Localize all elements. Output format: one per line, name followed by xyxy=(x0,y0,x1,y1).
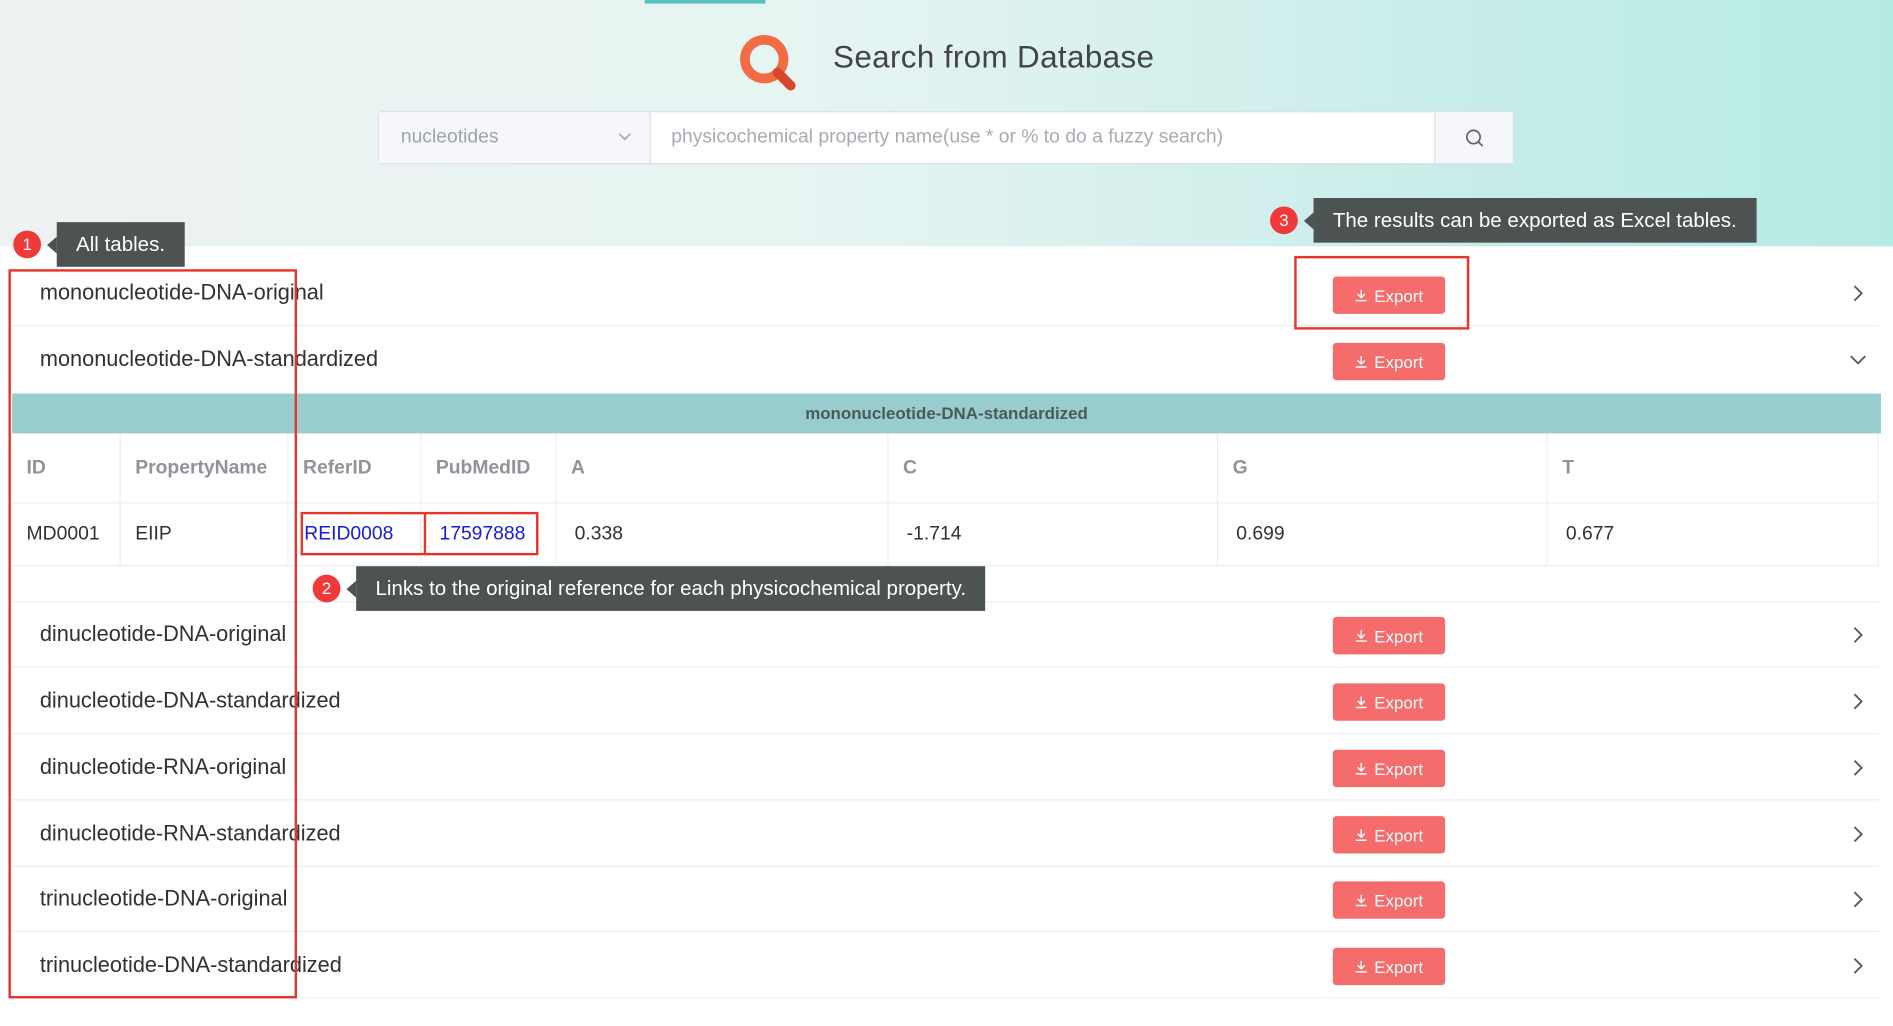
title-row: Search from Database xyxy=(0,27,1893,95)
annotation-box-all-tables xyxy=(8,269,297,999)
export-label: Export xyxy=(1374,692,1424,712)
annotation-badge: 1 xyxy=(13,230,42,259)
cell-value-t: 0.677 xyxy=(1548,503,1879,566)
export-label: Export xyxy=(1374,890,1424,910)
annotation-box-divider xyxy=(423,513,427,555)
column-header: T xyxy=(1548,433,1879,503)
download-icon xyxy=(1356,894,1367,907)
export-button[interactable]: Export xyxy=(1332,881,1446,919)
annotation-box-links xyxy=(300,511,539,556)
column-header: ReferID xyxy=(289,433,422,503)
chevron-down-icon xyxy=(618,133,631,141)
chevron-right-icon xyxy=(1853,759,1863,776)
export-button[interactable]: Export xyxy=(1332,816,1446,854)
export-label: Export xyxy=(1374,758,1424,779)
annotation-tooltip: All tables. xyxy=(47,222,185,267)
export-label: Export xyxy=(1374,625,1424,646)
cell-value-g: 0.699 xyxy=(1218,503,1548,566)
chevron-right-icon xyxy=(1853,693,1863,710)
download-icon xyxy=(1356,763,1367,775)
annotation-tooltip: The results can be exported as Excel tab… xyxy=(1303,197,1757,243)
export-label: Export xyxy=(1374,956,1424,977)
chevron-right-icon xyxy=(1853,826,1863,843)
chevron-right-icon xyxy=(1853,285,1863,302)
export-button[interactable]: Export xyxy=(1332,616,1446,655)
annotation-badge: 2 xyxy=(312,574,341,603)
search-bar: nucleotides xyxy=(377,111,1514,165)
export-label: Export xyxy=(1374,351,1424,372)
active-tab-indicator xyxy=(644,0,766,4)
annotation-tooltip: Links to the original reference for each… xyxy=(346,566,986,611)
search-button[interactable] xyxy=(1434,112,1513,163)
download-icon xyxy=(1356,961,1367,973)
search-input[interactable] xyxy=(651,112,1435,163)
column-header: A xyxy=(557,433,889,503)
column-header: C xyxy=(889,433,1219,503)
export-button[interactable]: Export xyxy=(1332,342,1446,381)
export-button[interactable]: Export xyxy=(1332,683,1446,721)
annotation-badge: 3 xyxy=(1270,206,1298,235)
category-select-value: nucleotides xyxy=(400,126,499,148)
download-icon xyxy=(1356,356,1367,368)
download-icon xyxy=(1356,630,1367,642)
chevron-right-icon xyxy=(1853,627,1863,643)
column-header: G xyxy=(1218,433,1548,503)
page-title: Search from Database xyxy=(833,38,1155,75)
export-button[interactable]: Export xyxy=(1332,947,1446,986)
download-icon xyxy=(1356,696,1367,709)
search-icon xyxy=(1466,129,1484,147)
annotation-box-export xyxy=(1294,255,1470,330)
chevron-down-icon xyxy=(1850,355,1866,365)
category-select[interactable]: nucleotides xyxy=(379,112,651,163)
cell-value-c: -1.714 xyxy=(889,503,1219,566)
column-header: PubMedID xyxy=(421,433,557,503)
chevron-right-icon xyxy=(1853,957,1863,974)
search-logo-icon xyxy=(740,35,796,91)
chevron-right-icon xyxy=(1853,891,1863,908)
export-button[interactable]: Export xyxy=(1332,749,1446,788)
cell-value-a: 0.338 xyxy=(557,503,889,566)
export-label: Export xyxy=(1374,825,1424,845)
download-icon xyxy=(1356,829,1367,842)
